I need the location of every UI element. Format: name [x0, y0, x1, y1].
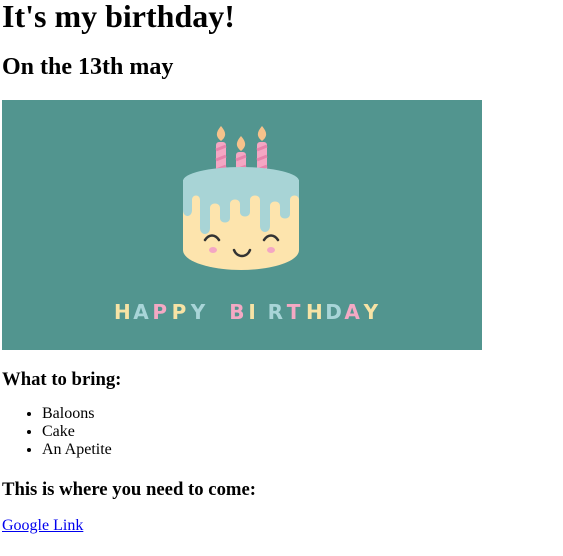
location-heading: This is where you need to come:	[2, 479, 256, 500]
cake-icon	[183, 167, 299, 270]
banner-letter: A	[344, 300, 360, 324]
list-item: Baloons	[42, 405, 561, 423]
page-subtitle: On the 13th may	[2, 54, 174, 80]
bring-heading: What to bring:	[2, 369, 122, 390]
banner-letter: Y	[363, 300, 379, 324]
banner-letter: T	[287, 300, 301, 324]
banner-letter: Y	[190, 300, 206, 324]
banner-letter: A	[133, 300, 149, 324]
banner-letter: P	[152, 300, 167, 324]
banner-letter: R	[268, 300, 283, 324]
location-paragraph: Google Link	[2, 517, 561, 535]
list-item: An Apetite	[42, 441, 561, 459]
page: It's my birthday! On the 13th may H A P …	[0, 0, 563, 535]
banner-letter: I	[248, 300, 255, 324]
banner-letter: H	[306, 300, 323, 324]
list-item: Cake	[42, 423, 561, 441]
google-link[interactable]: Google Link	[2, 517, 83, 534]
bring-list: Baloons Cake An Apetite	[2, 405, 561, 459]
birthday-banner-image: HAPPYBIRTHDAY	[2, 100, 482, 350]
banner-letter: P	[172, 300, 187, 324]
banner-letter: H	[114, 300, 131, 324]
banner-letter: B	[229, 300, 244, 324]
banner-letter: D	[325, 300, 342, 324]
page-title: It's my birthday!	[2, 0, 235, 34]
